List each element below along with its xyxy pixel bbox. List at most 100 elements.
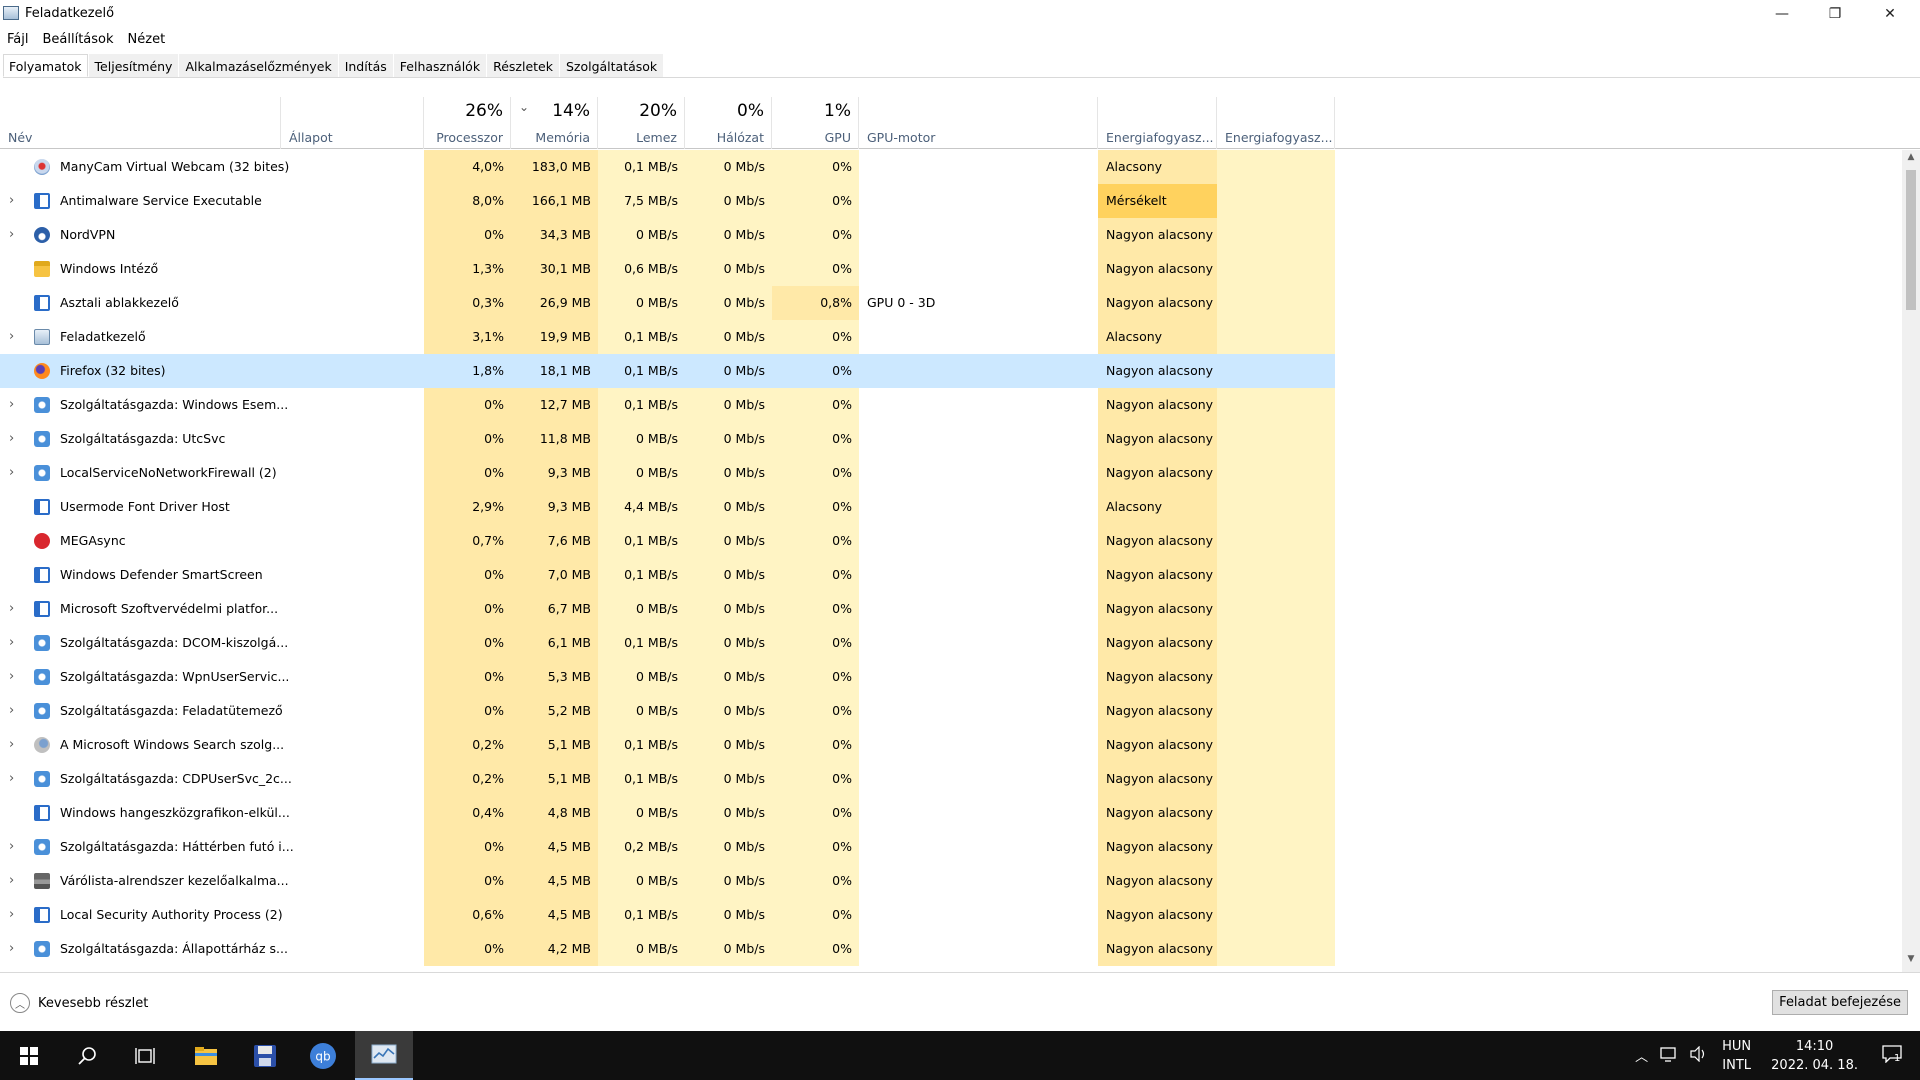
column-energy-trend[interactable]: Energiafogyasz... (1217, 97, 1335, 149)
expand-chevron-icon[interactable]: › (9, 320, 14, 354)
show-hidden-icons-icon[interactable]: ︿ (1629, 1046, 1654, 1065)
table-row[interactable]: ManyCam Virtual Webcam (32 bites) 4,0% 183… (0, 150, 1900, 184)
table-row[interactable]: › Szolgáltatásgazda: UtcSvc 0% 11,8 MB 0 MB/… (0, 422, 1900, 456)
expand-chevron-icon[interactable]: › (9, 456, 14, 490)
memory-cell: 4,5 MB (511, 864, 598, 898)
restore-button[interactable]: ❐ (1807, 0, 1863, 28)
table-row[interactable]: Asztali ablakkezelő 0,3% 26,9 MB 0 MB/s 0 Mb… (0, 286, 1900, 320)
gear-icon (34, 941, 50, 957)
network-cell: 0 Mb/s (685, 728, 772, 762)
column-gpu[interactable]: 1% GPU (772, 97, 859, 149)
column-status[interactable]: Állapot (281, 97, 424, 149)
table-row[interactable]: › Szolgáltatásgazda: Háttérben futó i... 0… (0, 830, 1900, 864)
clock[interactable]: 14:10 2022. 04. 18. (1759, 1037, 1870, 1075)
expand-chevron-icon[interactable]: › (9, 626, 14, 660)
scroll-up-icon[interactable]: ▲ (1902, 152, 1920, 168)
tab-performance[interactable]: Teljesítmény (88, 54, 179, 77)
table-row[interactable]: › NordVPN 0% 34,3 MB 0 MB/s 0 Mb/s 0% Nagyon al… (0, 218, 1900, 252)
column-gpu-engine[interactable]: GPU-motor (859, 97, 1098, 149)
menu-view[interactable]: Nézet (121, 29, 173, 51)
save-disk-icon[interactable] (236, 1031, 294, 1080)
expand-chevron-icon[interactable]: › (9, 864, 14, 898)
table-row[interactable]: › Szolgáltatásgazda: Feladatütemező 0% 5,2 … (0, 694, 1900, 728)
table-row[interactable]: › Várólista-alrendszer kezelőalkalma... 0%… (0, 864, 1900, 898)
disk-cell: 0 MB/s (598, 864, 685, 898)
network-cell: 0 Mb/s (685, 422, 772, 456)
column-name[interactable]: Név (0, 97, 281, 149)
table-row[interactable]: › Microsoft Szoftvervédelmi platfor... 0% 6… (0, 592, 1900, 626)
windows-start-icon[interactable] (0, 1031, 58, 1080)
vertical-scrollbar[interactable]: ▲ ▼ (1902, 150, 1920, 972)
language-indicator[interactable]: HUN INTL (1714, 1037, 1759, 1075)
table-row[interactable]: Usermode Font Driver Host 2,9% 9,3 MB 4,4 M… (0, 490, 1900, 524)
memory-cell: 30,1 MB (511, 252, 598, 286)
minimize-button[interactable]: — (1754, 0, 1810, 28)
tab-services[interactable]: Szolgáltatások (559, 54, 664, 77)
column-memory[interactable]: ⌄ 14% Memória (511, 97, 598, 149)
task-view-icon[interactable] (116, 1031, 174, 1080)
table-row[interactable]: › LocalServiceNoNetworkFirewall (2) 0% 9,3 … (0, 456, 1900, 490)
task-manager-taskbar-icon[interactable] (355, 1031, 413, 1080)
tab-app-history[interactable]: Alkalmazáselőzmények (179, 54, 338, 77)
app-window-icon (34, 601, 50, 617)
network-cell: 0 Mb/s (685, 592, 772, 626)
table-row[interactable]: MEGAsync 0,7% 7,6 MB 0,1 MB/s 0 Mb/s 0% Nagyon… (0, 524, 1900, 558)
table-row[interactable]: › Szolgáltatásgazda: Állapottárház s... 0%… (0, 932, 1900, 966)
table-row[interactable]: › Feladatkezelő 3,1% 19,9 MB 0,1 MB/s 0 Mb/s 0… (0, 320, 1900, 354)
tab-processes[interactable]: Folyamatok (3, 54, 88, 77)
energy-trend-cell (1217, 626, 1335, 660)
expand-chevron-icon[interactable]: › (9, 932, 14, 966)
table-row[interactable]: › Local Security Authority Process (2) 0,6… (0, 898, 1900, 932)
file-explorer-icon[interactable] (177, 1031, 235, 1080)
scroll-thumb[interactable] (1906, 170, 1916, 310)
menu-file[interactable]: Fájl (0, 29, 35, 51)
tab-details[interactable]: Részletek (487, 54, 559, 77)
scroll-down-icon[interactable]: ▼ (1902, 954, 1920, 970)
column-disk[interactable]: 20% Lemez (598, 97, 685, 149)
search-icon[interactable] (58, 1031, 116, 1080)
expand-chevron-icon[interactable]: › (9, 388, 14, 422)
column-cpu-label: Processzor (436, 130, 503, 145)
gpu-engine-cell (859, 252, 1098, 286)
cpu-cell: 0% (424, 830, 511, 864)
table-row[interactable]: Windows Intéző 1,3% 30,1 MB 0,6 MB/s 0 Mb/s 0… (0, 252, 1900, 286)
table-row[interactable]: › Szolgáltatásgazda: DCOM-kiszolgá... 0% 6,… (0, 626, 1900, 660)
expand-chevron-icon[interactable]: › (9, 830, 14, 864)
tab-startup[interactable]: Indítás (338, 54, 393, 77)
table-row[interactable]: › Szolgáltatásgazda: Windows Esem... 0% 12,… (0, 388, 1900, 422)
table-row[interactable]: Windows Defender SmartScreen 0% 7,0 MB 0,1 … (0, 558, 1900, 592)
table-row[interactable]: › Szolgáltatásgazda: CDPUserSvc_2c... 0,2%… (0, 762, 1900, 796)
table-row[interactable]: › Szolgáltatásgazda: WpnUserServic... 0% 5,… (0, 660, 1900, 694)
table-row[interactable]: › Antimalware Service Executable 8,0% 166,1… (0, 184, 1900, 218)
expand-chevron-icon[interactable]: › (9, 898, 14, 932)
process-name: Antimalware Service Executable (60, 193, 262, 208)
qbittorrent-icon[interactable]: qb (294, 1031, 352, 1080)
close-button[interactable]: ✕ (1862, 0, 1918, 28)
volume-icon[interactable] (1684, 1045, 1714, 1066)
table-row[interactable]: Firefox (32 bites) 1,8% 18,1 MB 0,1 MB/s 0 M… (0, 354, 1900, 388)
expand-chevron-icon[interactable]: › (9, 660, 14, 694)
expand-chevron-icon[interactable]: › (9, 694, 14, 728)
menu-settings[interactable]: Beállítások (35, 29, 120, 51)
expand-chevron-icon[interactable]: › (9, 592, 14, 626)
end-task-button[interactable]: Feladat befejezése (1772, 990, 1908, 1015)
tab-users[interactable]: Felhasználók (393, 54, 487, 77)
energy-trend-cell (1217, 490, 1335, 524)
network-cell: 0 Mb/s (685, 694, 772, 728)
network-cell: 0 Mb/s (685, 490, 772, 524)
table-row[interactable]: Windows hangeszközgrafikon-elkül... 0,4% 4… (0, 796, 1900, 830)
column-cpu[interactable]: 26% Processzor (424, 97, 511, 149)
expand-chevron-icon[interactable]: › (9, 762, 14, 796)
expand-chevron-icon[interactable]: › (9, 184, 14, 218)
notification-center-icon[interactable]: 1 (1870, 1044, 1920, 1067)
expand-chevron-icon[interactable]: › (9, 728, 14, 762)
network-icon[interactable] (1654, 1046, 1684, 1066)
column-energy[interactable]: Energiafogyasz... (1098, 97, 1217, 149)
column-network[interactable]: 0% Hálózat (685, 97, 772, 149)
fewer-details-button[interactable]: ︿ Kevesebb részlet (10, 993, 148, 1013)
process-name: Local Security Authority Process (2) (60, 907, 283, 922)
expand-chevron-icon[interactable]: › (9, 422, 14, 456)
energy-trend-cell (1217, 864, 1335, 898)
expand-chevron-icon[interactable]: › (9, 218, 14, 252)
table-row[interactable]: › A Microsoft Windows Search szolg... 0,2%… (0, 728, 1900, 762)
